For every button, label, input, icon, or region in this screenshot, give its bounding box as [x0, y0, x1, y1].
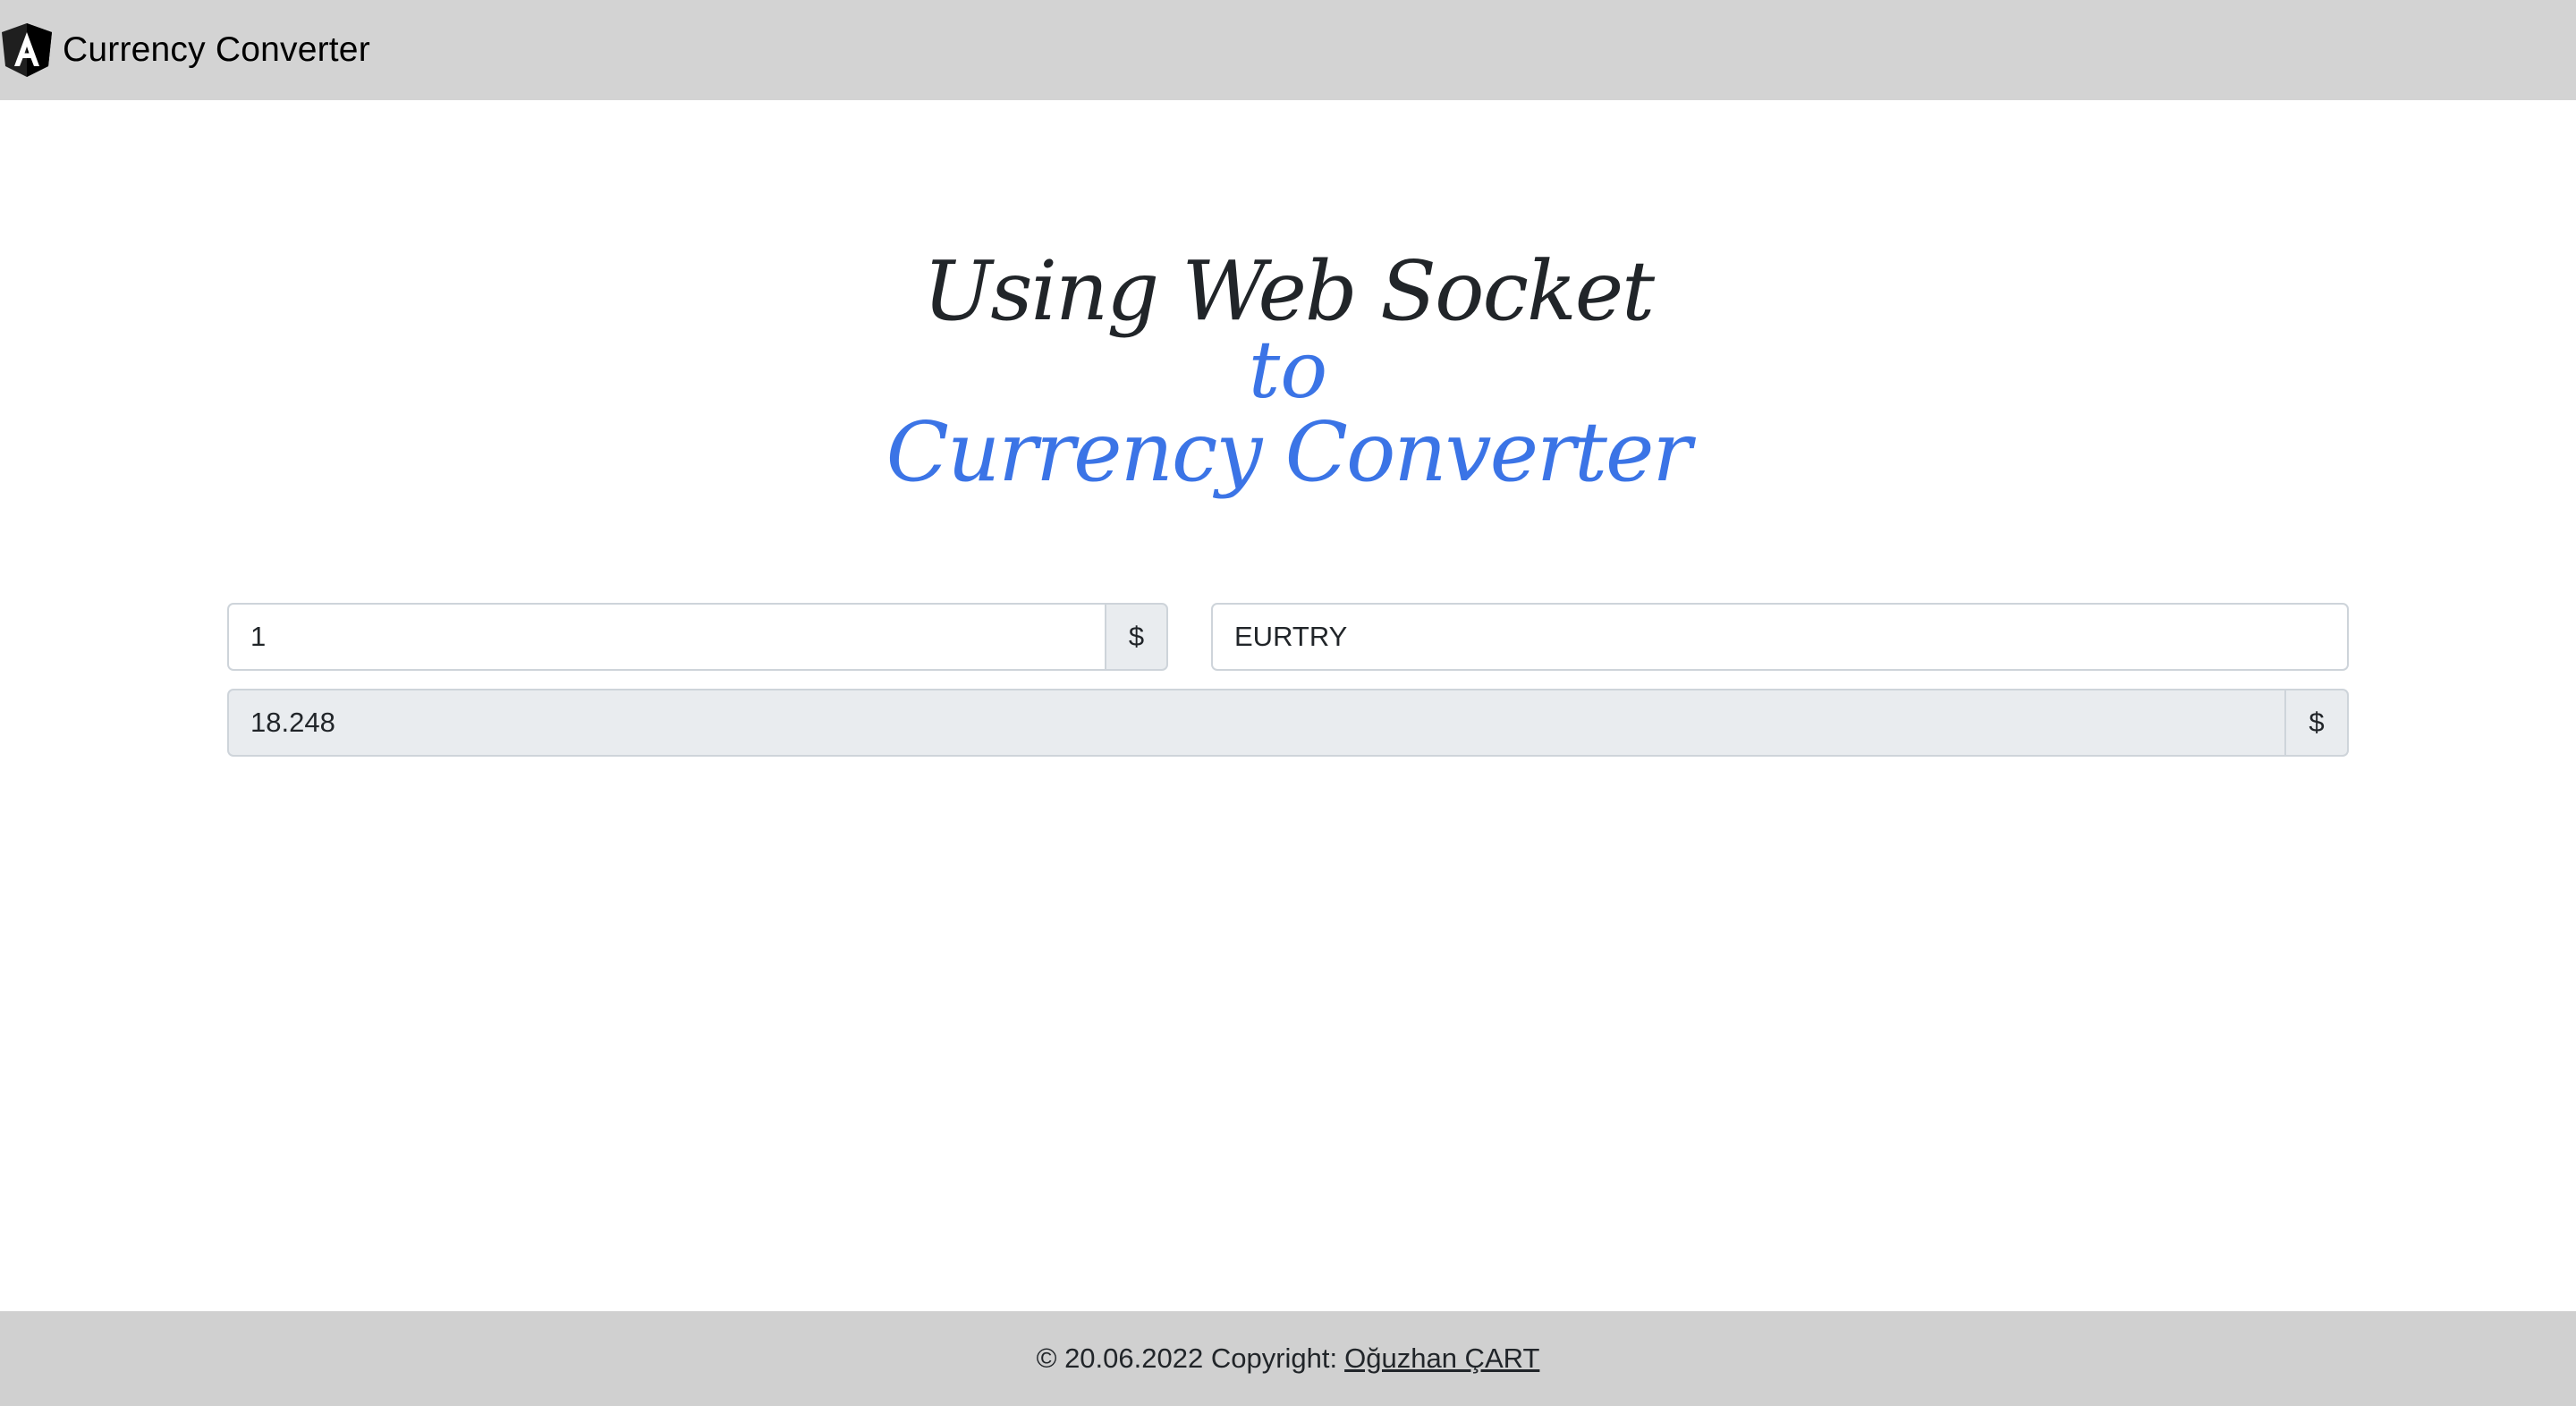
hero-title-line-1: Using Web Socket [922, 243, 1655, 339]
footer-copyright-text: © 20.06.2022 Copyright: [1036, 1342, 1338, 1374]
amount-input[interactable]: 1 [227, 603, 1106, 671]
hero-title-line-3: Currency Converter [886, 404, 1692, 500]
navbar: Currency Converter [0, 0, 2576, 100]
brand-title[interactable]: Currency Converter [63, 30, 370, 70]
author-link[interactable]: Oğuzhan ÇART [1344, 1342, 1539, 1375]
footer: © 20.06.2022 Copyright: Oğuzhan ÇART [0, 1311, 2576, 1406]
result-currency-addon: $ [2284, 689, 2349, 757]
converted-result-field: 18.248 [227, 689, 2286, 757]
currency-pair-input[interactable]: EURTRY [1211, 603, 2349, 671]
hero-title-line-2: to [1248, 324, 1328, 416]
hero-heading: Using Web Socket to Currency Converter [0, 250, 2576, 495]
amount-currency-addon: $ [1105, 603, 1168, 671]
angular-logo-icon[interactable] [0, 21, 54, 79]
